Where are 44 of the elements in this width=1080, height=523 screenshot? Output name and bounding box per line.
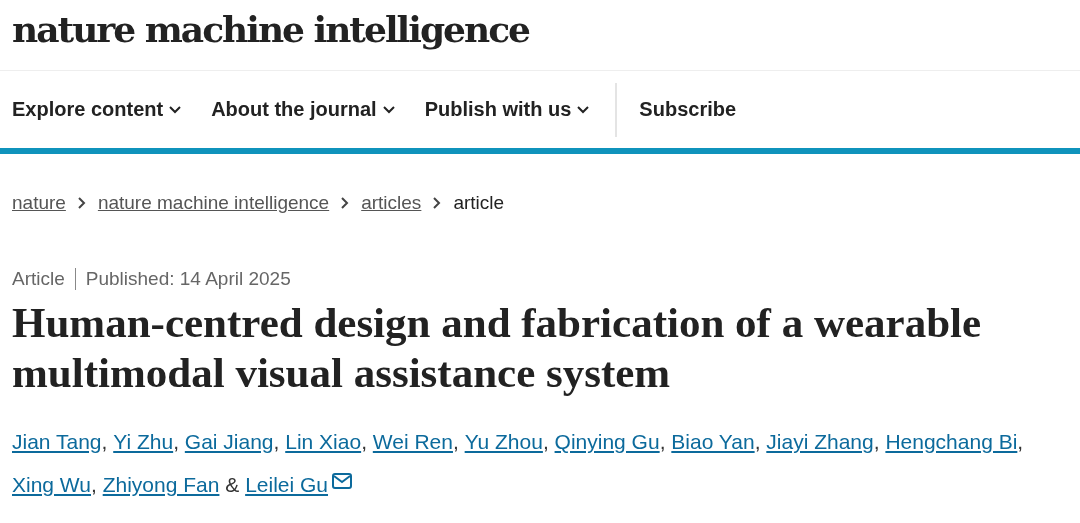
article-type: Article <box>12 268 65 290</box>
author-link[interactable]: Wei Ren <box>372 428 453 456</box>
publish-date: Published: 14 April 2025 <box>74 268 291 290</box>
author-link[interactable]: Yu Zhou <box>464 428 543 456</box>
separator-text: , <box>273 430 280 453</box>
chevron-down-icon <box>382 105 395 114</box>
separator-text: , <box>1017 430 1024 453</box>
author-link[interactable]: Jiayi Zhang <box>766 428 874 456</box>
current-page-text[interactable]: article <box>453 192 505 214</box>
breadcrumb-link[interactable]: articles <box>361 192 422 214</box>
author-link[interactable]: Leilei Gu <box>245 471 352 499</box>
nav-menu-item[interactable]: Explore content <box>12 98 182 121</box>
author-link[interactable]: Gai Jiang <box>184 428 274 456</box>
separator-text: , <box>754 430 761 453</box>
author-link[interactable]: Zhiyong Fan <box>102 471 220 499</box>
nav-menu-item[interactable]: Subscribe <box>615 82 737 137</box>
separator-text: , <box>361 430 367 453</box>
author-link[interactable]: Qinying Gu <box>554 428 660 456</box>
chevron-right-icon <box>433 197 442 209</box>
author-link[interactable]: Biao Yan <box>671 428 755 456</box>
author-link[interactable]: Jian Tang <box>12 428 102 456</box>
breadcrumb-link[interactable]: nature machine intelligence <box>97 192 330 214</box>
separator-text: , <box>452 430 459 453</box>
author-link[interactable]: Lin Xiao <box>285 428 362 456</box>
author-link[interactable]: Xing Wu <box>12 471 91 499</box>
separator-text: , <box>542 430 549 453</box>
separator-text: , <box>659 430 666 453</box>
nav-menu-item[interactable]: About the journal <box>211 98 395 121</box>
separator-text: , <box>873 430 880 453</box>
chevron-down-icon <box>169 105 182 114</box>
chevron-right-icon <box>77 197 86 209</box>
separator-text: , <box>91 473 97 496</box>
article-title: Human-centred design and fabrication of a wearable multimodal visual assistance system <box>12 298 983 398</box>
chevron-down-icon <box>577 105 590 114</box>
author-link[interactable]: Hengchang Bi <box>885 428 1018 456</box>
envelope-icon[interactable] <box>332 473 352 489</box>
journal-logo[interactable]: nature machine intelligence <box>12 8 529 50</box>
separator-text: , <box>101 430 108 453</box>
nav-menu-item[interactable]: Publish with us <box>424 98 590 121</box>
author-link[interactable]: Yi Zhu <box>113 428 174 456</box>
ampersand-text: & <box>225 473 240 496</box>
separator-text: , <box>173 430 179 453</box>
chevron-right-icon <box>341 197 350 209</box>
breadcrumb-link[interactable]: nature <box>12 192 66 214</box>
